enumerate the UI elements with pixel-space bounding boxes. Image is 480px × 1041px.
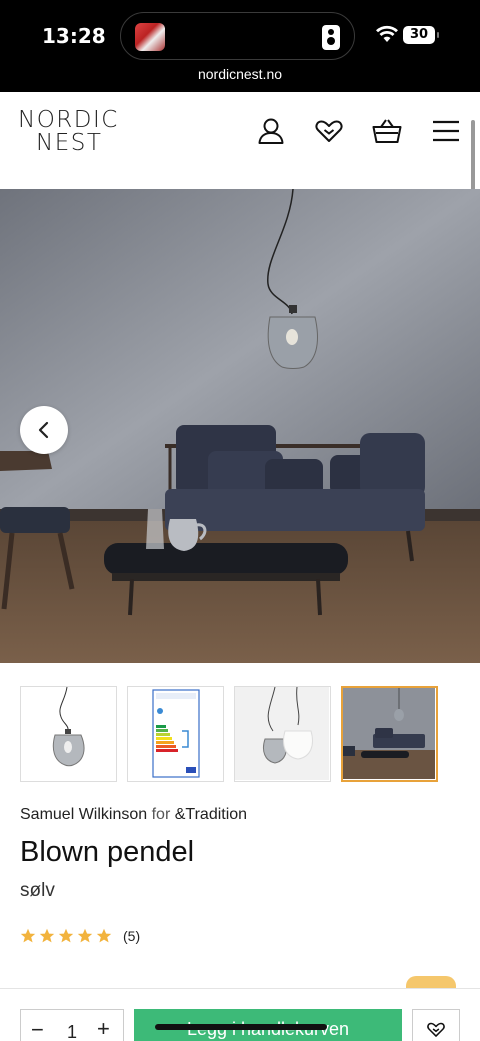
star-icon bbox=[77, 928, 93, 943]
pendant-pair-thumbnail-image bbox=[235, 687, 329, 780]
thumbnail-2[interactable] bbox=[127, 686, 224, 782]
home-indicator[interactable] bbox=[155, 1024, 327, 1030]
star-icon bbox=[96, 928, 112, 943]
add-to-wishlist-button[interactable] bbox=[412, 1009, 460, 1041]
star-icon bbox=[39, 928, 55, 943]
wishlist-heart-icon[interactable] bbox=[314, 116, 344, 146]
image-thumbnails bbox=[20, 686, 460, 782]
quantity-stepper: − 1 + bbox=[20, 1009, 124, 1041]
nordic-nest-logo[interactable]: NORDIC NEST bbox=[18, 109, 119, 155]
room-thumbnail-image bbox=[343, 688, 435, 779]
heart-icon bbox=[427, 1022, 445, 1037]
energy-label-thumbnail-image bbox=[152, 689, 200, 778]
pendant-thumbnail-image bbox=[52, 687, 85, 767]
star-icon bbox=[20, 928, 36, 943]
wifi-icon bbox=[376, 25, 398, 42]
status-time: 13:28 bbox=[42, 24, 106, 48]
battery-indicator: 30 bbox=[403, 26, 439, 44]
thumbnail-3[interactable] bbox=[234, 686, 331, 782]
quantity-decrease-button[interactable]: − bbox=[31, 1019, 44, 1041]
previous-image-button[interactable] bbox=[20, 406, 68, 454]
product-title: Blown pendel bbox=[20, 836, 195, 868]
star-icon bbox=[58, 928, 74, 943]
rating-count: (5) bbox=[123, 928, 141, 944]
product-main-image[interactable] bbox=[0, 189, 480, 663]
designer-for-word: for bbox=[151, 806, 171, 823]
product-designer-line: Samuel Wilkinson for &Tradition bbox=[20, 806, 247, 824]
quantity-increase-button[interactable]: + bbox=[97, 1018, 110, 1040]
now-playing-artwork bbox=[135, 23, 165, 51]
quantity-value[interactable]: 1 bbox=[67, 1022, 77, 1041]
cart-basket-icon[interactable] bbox=[372, 116, 402, 146]
menu-icon[interactable] bbox=[431, 116, 461, 146]
designer-name[interactable]: Samuel Wilkinson bbox=[20, 806, 147, 823]
room-scene-image bbox=[0, 189, 480, 663]
site-header: NORDIC NEST bbox=[0, 92, 480, 238]
product-rating[interactable]: (5) bbox=[20, 926, 140, 946]
brand-name[interactable]: &Tradition bbox=[175, 806, 247, 823]
logo-line-2: NEST bbox=[36, 130, 103, 156]
thumbnail-4[interactable] bbox=[341, 686, 438, 782]
thumbnail-1[interactable] bbox=[20, 686, 117, 782]
chevron-left-icon bbox=[38, 421, 49, 439]
browser-url[interactable]: nordicnest.no bbox=[0, 66, 480, 82]
dynamic-island[interactable] bbox=[120, 12, 355, 60]
account-icon[interactable] bbox=[256, 116, 286, 146]
status-bar: 13:28 30 nordicnest.no bbox=[0, 0, 480, 92]
product-variant: sølv bbox=[20, 880, 55, 901]
purchase-bar: − 1 + Legg i handlekurven bbox=[0, 988, 480, 1041]
speaker-icon bbox=[322, 25, 340, 50]
